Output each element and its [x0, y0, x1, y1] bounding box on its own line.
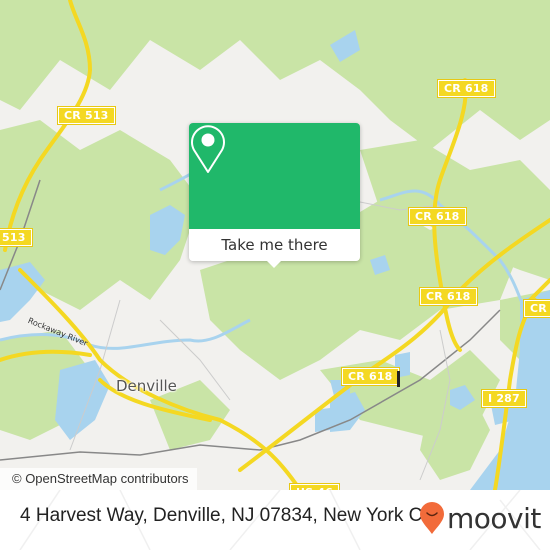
- town-label-denville: Denville: [116, 377, 177, 395]
- moovit-wordmark: moovit: [447, 501, 541, 535]
- road-shield-cr-618: CR 618: [419, 287, 478, 306]
- address-text: 4 Harvest Way, Denville, NJ 07834, New Y…: [20, 505, 442, 526]
- road-shield-cr-618: CR 618: [437, 79, 496, 98]
- moovit-logo[interactable]: moovit: [419, 500, 541, 536]
- road-shield-513: 513: [0, 228, 33, 247]
- moovit-pin-icon: [420, 502, 444, 534]
- road-shield-cr-513: CR 513: [57, 106, 116, 125]
- take-me-there-button[interactable]: Take me there: [189, 229, 360, 261]
- popup-header: [189, 123, 360, 229]
- location-marker-bar: [397, 371, 400, 387]
- map[interactable]: CR 513 513 CR 618 CR 618 CR 618 CR 618 I…: [0, 0, 550, 490]
- road-shield-i-287: I 287: [481, 389, 527, 408]
- road-shield-cr-618: CR 618: [408, 207, 467, 226]
- popup-pointer: [267, 261, 281, 268]
- map-attribution[interactable]: © OpenStreetMap contributors: [0, 468, 197, 490]
- location-popup: Take me there: [189, 123, 360, 268]
- road-shield-cr-5: CR 5: [523, 299, 550, 318]
- location-pin-icon: [191, 125, 225, 173]
- road-shield-cr-618: CR 618: [341, 367, 400, 386]
